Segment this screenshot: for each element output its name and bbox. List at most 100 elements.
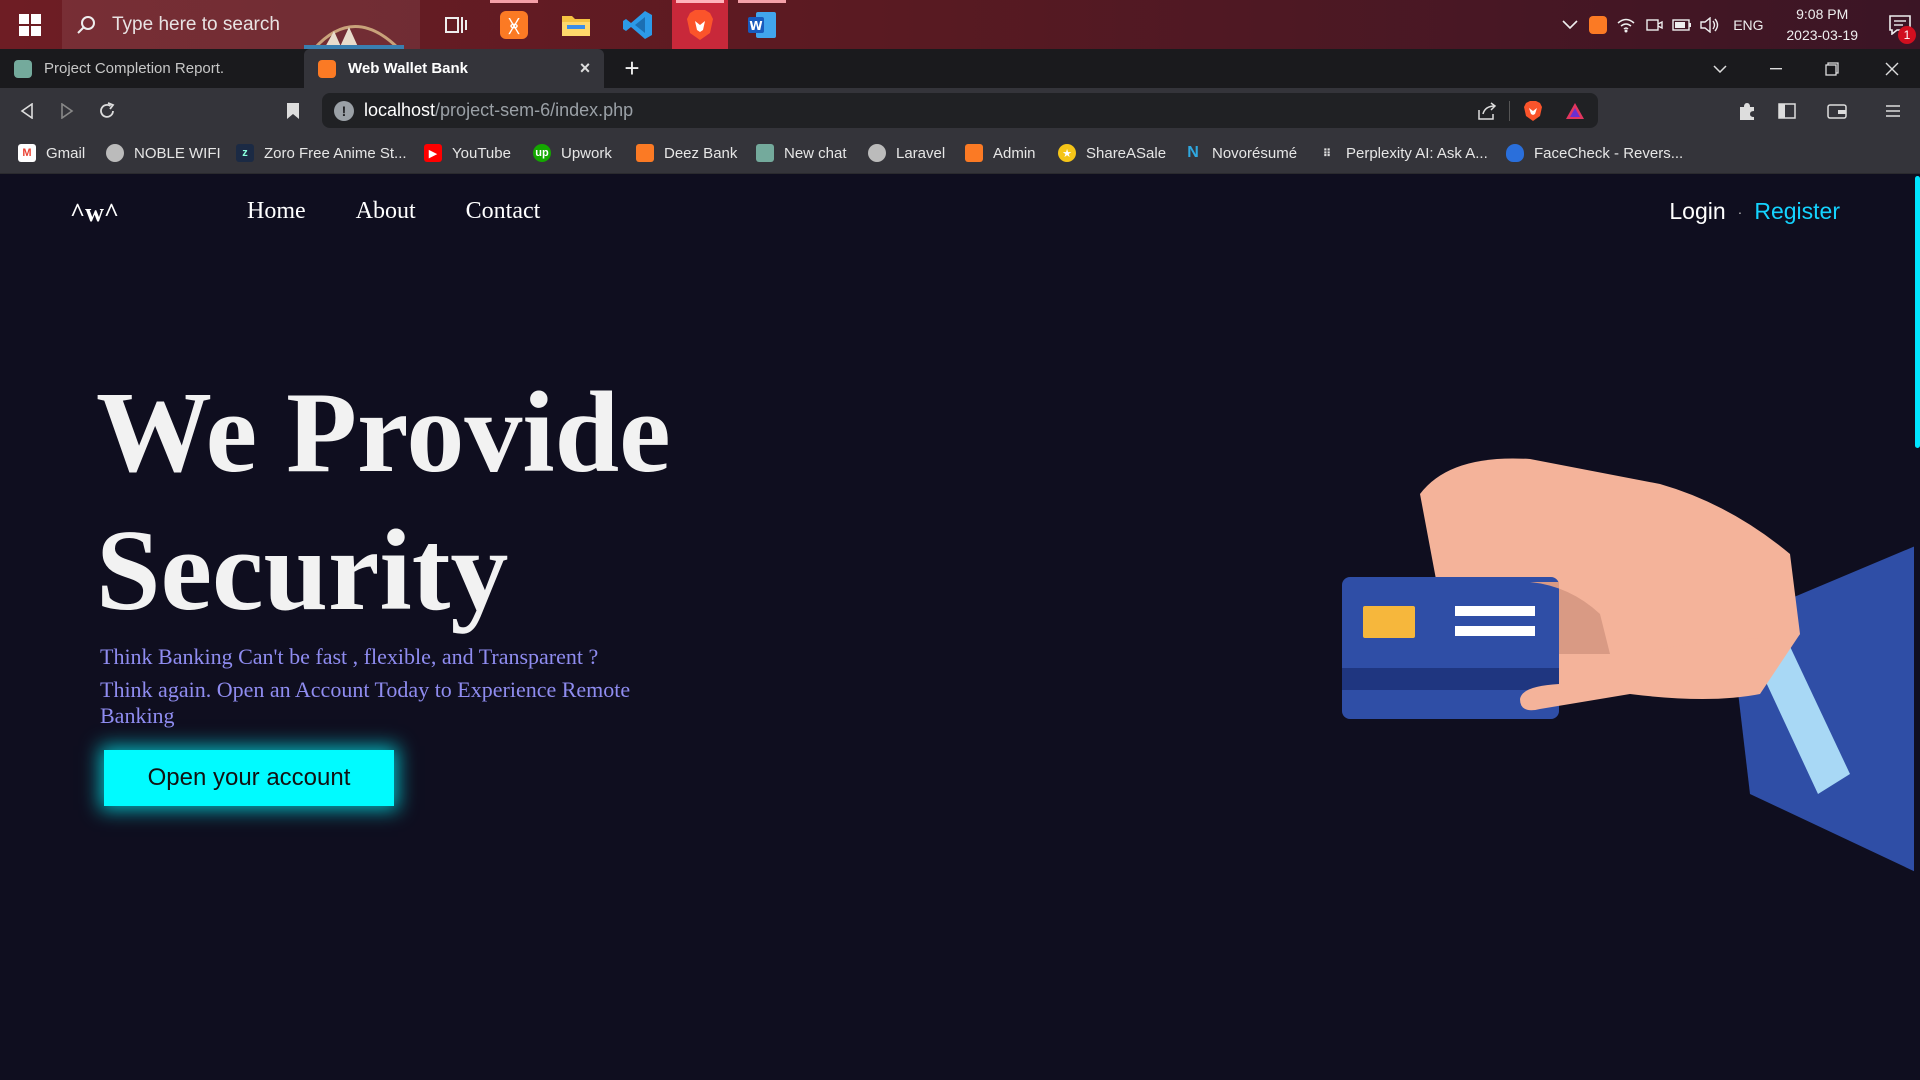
tab-project-report[interactable]: Project Completion Report. (0, 49, 300, 88)
svg-text:W: W (749, 19, 762, 33)
wallet-button[interactable] (1822, 96, 1852, 126)
nav-home[interactable]: Home (247, 198, 306, 225)
close-tab-icon[interactable]: × (576, 59, 594, 77)
forward-button[interactable] (52, 96, 82, 126)
back-button[interactable] (12, 96, 42, 126)
brave-rewards-button[interactable] (1562, 99, 1588, 123)
page-scrollbar[interactable] (1914, 174, 1920, 1080)
language-indicator[interactable]: ENG (1724, 0, 1772, 49)
xampp-icon (1589, 15, 1608, 34)
bookmark-zoro[interactable]: z Zoro Free Anime St... (236, 142, 407, 164)
show-hidden-icons[interactable] (1556, 0, 1584, 49)
bookmark-gmail[interactable]: M Gmail (18, 142, 85, 164)
hero-heading: We Provide Security (96, 364, 796, 640)
extensions-button[interactable] (1732, 96, 1762, 126)
bookmarks-bar: M Gmail NOBLE WIFI z Zoro Free Anime St...… (0, 133, 1920, 174)
bookmark-perplexity[interactable]: ⠿ Perplexity AI: Ask A... (1318, 142, 1488, 164)
reload-button[interactable] (92, 96, 122, 126)
system-tray: ENG 9:08 PM 2023-03-19 1 (1556, 0, 1920, 49)
bookmark-icon (287, 103, 299, 119)
taskbar-search[interactable]: Type here to search (62, 0, 420, 49)
folder-icon (562, 15, 590, 36)
open-account-button[interactable]: Open your account (104, 750, 394, 806)
start-button[interactable] (0, 0, 60, 49)
url-host: localhost (364, 100, 436, 120)
tray-meet[interactable] (1640, 0, 1668, 49)
taskbar-vscode[interactable] (610, 0, 666, 49)
triangle-rewards-icon (1566, 103, 1584, 119)
bookmark-label: New chat (784, 144, 847, 162)
scrollbar-thumb[interactable] (1915, 176, 1920, 448)
site-logo[interactable]: ^w^ (70, 198, 119, 228)
bookmark-laravel[interactable]: Laravel (868, 142, 945, 164)
tray-wifi[interactable] (1612, 0, 1640, 49)
register-link[interactable]: Register (1754, 198, 1840, 225)
bookmark-facecheck[interactable]: FaceCheck - Revers... (1506, 142, 1683, 164)
sidebar-button[interactable] (1772, 96, 1802, 126)
bookmark-youtube[interactable]: ▶ YouTube (424, 142, 511, 164)
restore-icon (1825, 61, 1839, 76)
bookmark-button[interactable] (278, 96, 308, 126)
clock[interactable]: 9:08 PM 2023-03-19 (1786, 4, 1858, 46)
clock-time: 9:08 PM (1796, 5, 1849, 22)
reload-icon (100, 102, 115, 118)
new-tab-button[interactable]: + (618, 49, 646, 88)
back-arrow-icon (20, 103, 33, 119)
hero-subtitle-2: Think again. Open an Account Today to Ex… (100, 677, 631, 728)
bookmark-shareasale[interactable]: ★ ShareASale (1058, 142, 1166, 164)
nav-contact[interactable]: Contact (466, 198, 541, 225)
bookmark-label: Admin (993, 144, 1036, 162)
brave-shields-button[interactable] (1520, 99, 1546, 123)
address-bar[interactable]: ! localhost/project-sem-6/index.php (322, 93, 1598, 128)
close-window-button[interactable] (1864, 49, 1920, 88)
volume-icon (1700, 16, 1719, 33)
minimize-icon (1770, 67, 1782, 69)
shield-icon (1506, 144, 1524, 162)
svg-text:ᚸ: ᚸ (508, 16, 521, 37)
main-nav: Home About Contact (247, 198, 540, 225)
camera-icon (1646, 18, 1664, 31)
hero-line-1: We Provide (96, 369, 671, 497)
bookmark-deez-bank[interactable]: Deez Bank (636, 142, 737, 164)
wifi-icon (1617, 18, 1635, 32)
bookmark-label: FaceCheck - Revers... (1534, 144, 1684, 162)
taskbar-xampp[interactable]: ᚸ (486, 0, 542, 49)
bookmark-upwork[interactable]: up Upwork (533, 142, 612, 164)
menu-button[interactable] (1878, 96, 1908, 126)
xampp-icon (636, 144, 654, 162)
restore-button[interactable] (1804, 49, 1860, 88)
tray-volume[interactable] (1696, 0, 1724, 49)
tab-title: Web Wallet Bank (348, 60, 469, 77)
bookmark-noble-wifi[interactable]: NOBLE WIFI (106, 142, 221, 164)
minimize-button[interactable] (1748, 49, 1804, 88)
bookmark-label: Upwork (561, 144, 612, 162)
bookmark-label: Deez Bank (664, 144, 738, 162)
bookmark-new-chat[interactable]: New chat (756, 142, 847, 164)
forward-arrow-icon (61, 103, 74, 119)
tab-web-wallet-bank[interactable]: Web Wallet Bank × (304, 49, 604, 88)
globe-icon (106, 144, 124, 162)
tab-search-button[interactable] (1692, 49, 1748, 88)
site-info-icon[interactable]: ! (334, 101, 354, 121)
nav-about[interactable]: About (356, 198, 416, 225)
task-view-button[interactable] (428, 0, 484, 49)
share-button[interactable] (1474, 99, 1500, 123)
close-icon (1885, 62, 1899, 75)
puzzle-icon (1740, 103, 1754, 120)
bookmark-admin[interactable]: Admin (965, 142, 1036, 164)
search-icon (77, 15, 95, 34)
taskbar-brave[interactable] (672, 0, 728, 49)
taskbar-file-explorer[interactable] (548, 0, 604, 49)
action-center-button[interactable]: 1 (1880, 14, 1920, 44)
apps-grid-icon: ⠿ (1322, 147, 1332, 160)
share-icon (1478, 102, 1497, 120)
taskbar-word[interactable]: W (734, 0, 790, 49)
login-link[interactable]: Login (1669, 198, 1725, 225)
bookmark-novoresume[interactable]: N Novorésumé (1184, 142, 1297, 164)
tray-battery[interactable] (1668, 0, 1696, 49)
tray-xampp[interactable] (1584, 0, 1612, 49)
chevron-up-icon (1562, 19, 1578, 29)
page-content: ^w^ Home About Contact Login · Register … (0, 174, 1920, 1080)
brave-icon (687, 9, 713, 40)
word-icon: W (748, 11, 776, 38)
